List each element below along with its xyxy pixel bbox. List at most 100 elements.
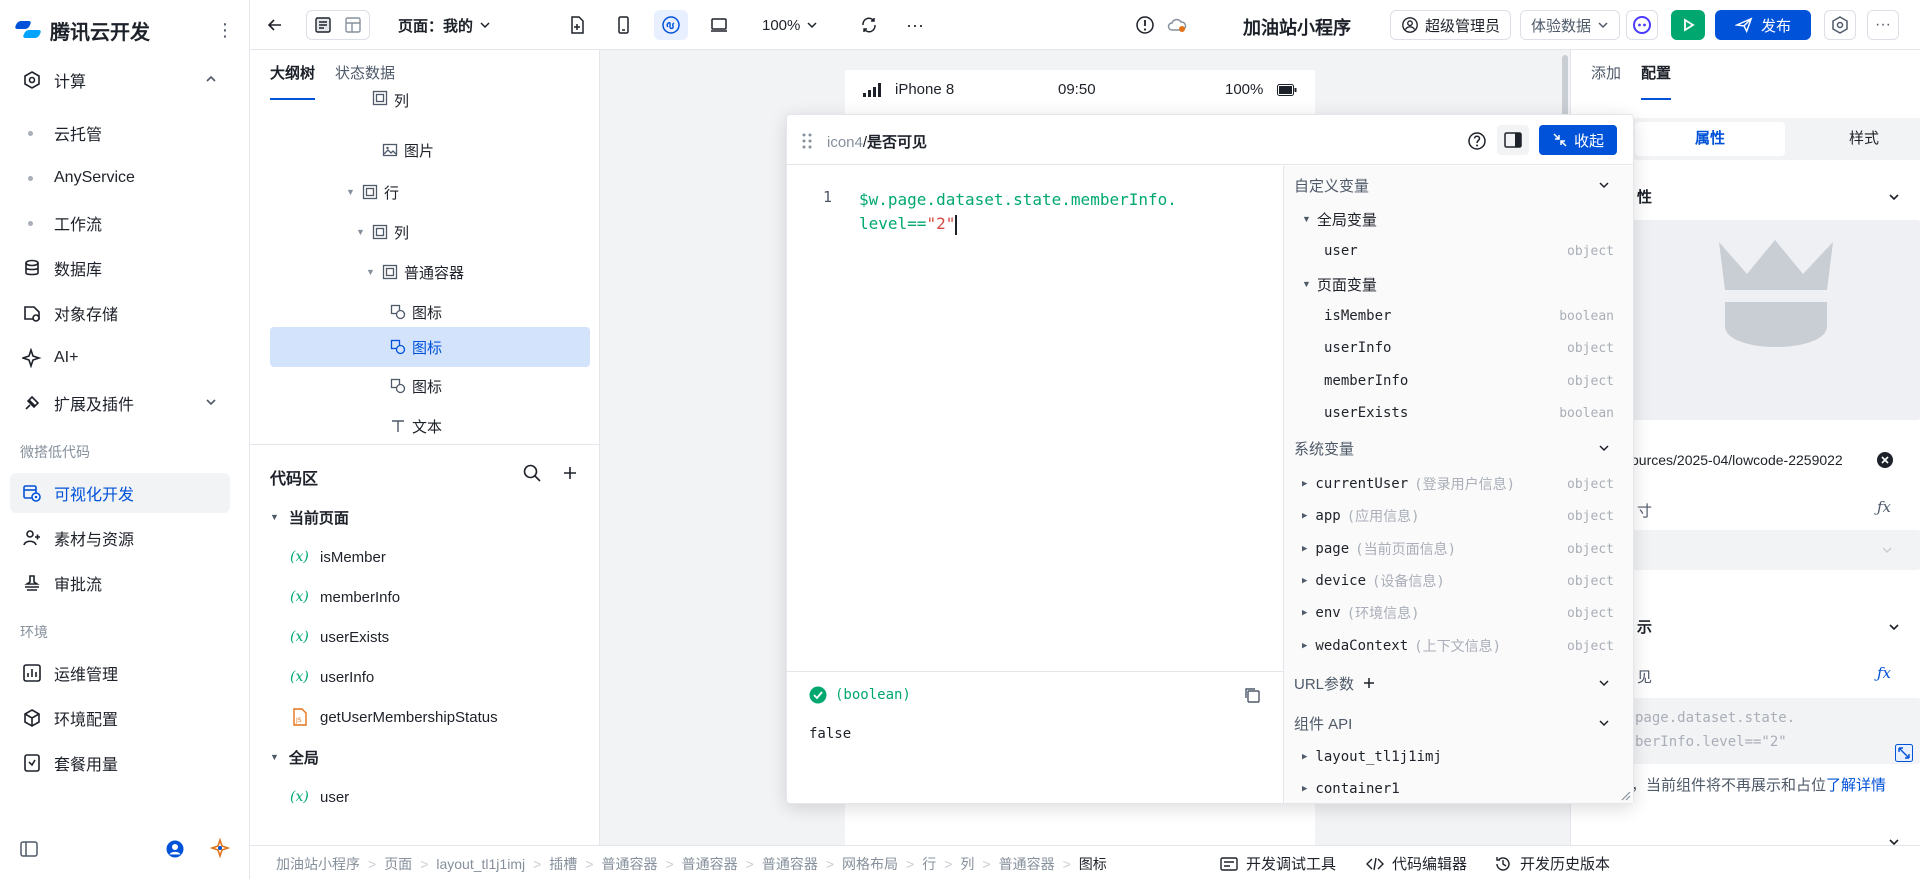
history-button[interactable]: 开发历史版本	[1494, 853, 1610, 874]
code-editor-button[interactable]: 代码编辑器	[1366, 853, 1467, 874]
info-button[interactable]	[1132, 10, 1158, 40]
icon-url-input[interactable]: ources/2025-04/lowcode-2259022	[1631, 440, 1891, 480]
breadcrumb-item[interactable]: 普通容器	[762, 854, 818, 874]
nav-env-config[interactable]: 环境配置	[10, 698, 230, 738]
breadcrumb-item[interactable]: 加油站小程序	[276, 854, 360, 874]
toolbar-more-button[interactable]: ···	[1867, 10, 1899, 40]
drag-handle-icon[interactable]	[801, 132, 813, 150]
breadcrumb-item[interactable]: layout_tl1j1imj	[436, 856, 525, 872]
var-item[interactable]: ▶ app (应用信息) object	[1302, 501, 1614, 531]
segment-props[interactable]: 属性	[1635, 122, 1785, 156]
segment-style[interactable]: 样式	[1789, 122, 1920, 156]
group-page-vars[interactable]: ▼ 页面变量	[1302, 269, 1377, 299]
section-custom-vars[interactable]: 自定义变量	[1294, 170, 1624, 200]
group-global-vars[interactable]: ▼ 全局变量	[1302, 204, 1377, 234]
refresh-button[interactable]	[854, 10, 884, 40]
breadcrumb-item-current[interactable]: 图标	[1079, 854, 1107, 874]
breadcrumb-item[interactable]: 列	[960, 854, 974, 874]
nav-visual-dev[interactable]: 可视化开发	[10, 473, 230, 513]
nav-database[interactable]: 数据库	[10, 248, 230, 288]
var-item[interactable]: memberInfo object	[1324, 366, 1614, 396]
tree-node-row[interactable]: ▼ 行	[346, 172, 399, 212]
chevron-down-icon[interactable]	[1887, 620, 1901, 634]
role-selector[interactable]: 超级管理员	[1390, 10, 1512, 40]
breadcrumb-item[interactable]: 普通容器	[601, 854, 657, 874]
debug-tools-button[interactable]: 开发调试工具	[1220, 853, 1336, 874]
preview-button[interactable]	[1671, 10, 1705, 40]
breadcrumb-item[interactable]: 普通容器	[682, 854, 738, 874]
device-mobile-button[interactable]	[608, 10, 638, 40]
layout-view-icon[interactable]	[343, 15, 363, 35]
size-select[interactable]	[1631, 530, 1920, 570]
chevron-down-icon[interactable]	[1887, 190, 1901, 204]
var-item[interactable]: ▶ layout_tl1j1imj	[1302, 742, 1614, 772]
nav-anyservice[interactable]: AnyService	[10, 160, 230, 196]
chevron-down-icon[interactable]	[1887, 835, 1901, 845]
tree-node-container[interactable]: ▼ 普通容器	[366, 252, 464, 292]
var-item[interactable]: userInfo object	[1324, 333, 1614, 363]
page-view-icon[interactable]	[313, 15, 333, 35]
code-group-current-page[interactable]: ▼ 当前页面	[270, 502, 349, 532]
caret-down-icon[interactable]: ▼	[356, 227, 366, 237]
copy-icon[interactable]	[1243, 686, 1261, 704]
nav-cloud-run[interactable]: 云托管	[10, 115, 230, 151]
expression-editor[interactable]: icon4/是否可见 收起 1 $w.page.dataset.state.me…	[786, 114, 1634, 804]
caret-down-icon[interactable]: ▼	[366, 267, 376, 277]
fx-icon[interactable]: ƒx	[1877, 498, 1891, 516]
tab-add[interactable]: 添加	[1591, 50, 1621, 100]
breadcrumb-item[interactable]: 插槽	[549, 854, 577, 874]
var-item[interactable]: ▶ page (当前页面信息) object	[1302, 534, 1614, 564]
var-item[interactable]: ▶ device (设备信息) object	[1302, 566, 1614, 596]
collapse-editor-button[interactable]: 收起	[1539, 125, 1617, 155]
add-icon[interactable]	[1362, 676, 1376, 690]
var-item[interactable]: ▶ wedaContext (上下文信息) object	[1302, 631, 1614, 661]
nav-object-storage[interactable]: 对象存储	[10, 293, 230, 333]
toggle-side-panel-button[interactable]	[1497, 125, 1529, 155]
section-url-params[interactable]: URL参数	[1294, 668, 1624, 698]
code-content[interactable]: $w.page.dataset.state.memberInfo. level=…	[859, 188, 1177, 236]
tree-node-icon[interactable]: 图标	[390, 292, 442, 332]
zoom-selector[interactable]: 100%	[762, 10, 818, 40]
device-desktop-button[interactable]	[704, 10, 734, 40]
nav-usage[interactable]: 套餐用量	[10, 743, 230, 783]
breadcrumb-item[interactable]: 普通容器	[999, 854, 1055, 874]
data-mode-selector[interactable]: 体验数据	[1520, 10, 1621, 40]
close-circle-icon[interactable]	[1877, 452, 1893, 468]
breadcrumb-item[interactable]: 网格布局	[842, 854, 898, 874]
nav-ops[interactable]: 运维管理	[10, 653, 230, 693]
fx-icon-active[interactable]: ƒx	[1877, 664, 1891, 682]
nav-workflow[interactable]: 工作流	[10, 205, 230, 241]
expand-icon[interactable]	[1895, 744, 1913, 762]
tree-node-icon[interactable]: 图标	[390, 366, 442, 406]
var-item[interactable]: userExists boolean	[1324, 398, 1614, 428]
code-item[interactable]: (x) memberInfo	[290, 582, 400, 612]
resize-handle-icon[interactable]	[1619, 789, 1631, 801]
nav-extensions[interactable]: 扩展及插件	[10, 383, 230, 423]
nav-compute[interactable]: 计算	[10, 60, 230, 100]
user-avatar-icon[interactable]	[166, 840, 184, 858]
code-group-global[interactable]: ▼ 全局	[270, 742, 319, 772]
learn-more-link[interactable]: 了解详情	[1826, 777, 1886, 794]
settings-button[interactable]	[1824, 10, 1856, 40]
brand[interactable]: 腾讯云开发	[14, 16, 150, 44]
tree-node-column[interactable]: ▼ 列	[356, 212, 409, 252]
var-item[interactable]: ▶ container1	[1302, 774, 1614, 803]
colorful-spark-icon[interactable]	[210, 838, 230, 858]
section-component-api[interactable]: 组件 API	[1294, 708, 1624, 738]
add-icon[interactable]	[560, 463, 580, 483]
tree-node-image[interactable]: 图片	[382, 130, 434, 170]
tree-node-text[interactable]: 文本	[390, 406, 442, 444]
back-button[interactable]	[260, 10, 290, 40]
device-miniprogram-button[interactable]	[654, 10, 688, 40]
tab-outline-tree[interactable]: 大纲树	[270, 50, 316, 100]
tree-node-icon-selected[interactable]: 图标	[390, 327, 442, 367]
ai-assistant-button[interactable]	[1626, 10, 1658, 40]
nav-ai[interactable]: AI+	[10, 338, 230, 378]
more-vertical-icon[interactable]: ⋮	[216, 18, 234, 42]
code-editor-area[interactable]: 1 $w.page.dataset.state.memberInfo. leve…	[787, 166, 1283, 671]
code-item[interactable]: (x) userExists	[290, 622, 389, 652]
search-icon[interactable]	[522, 463, 542, 483]
section-system-vars[interactable]: 系统变量	[1294, 433, 1624, 463]
code-item[interactable]: JS getUserMembershipStatus	[290, 702, 498, 732]
tab-config[interactable]: 配置	[1641, 50, 1672, 100]
